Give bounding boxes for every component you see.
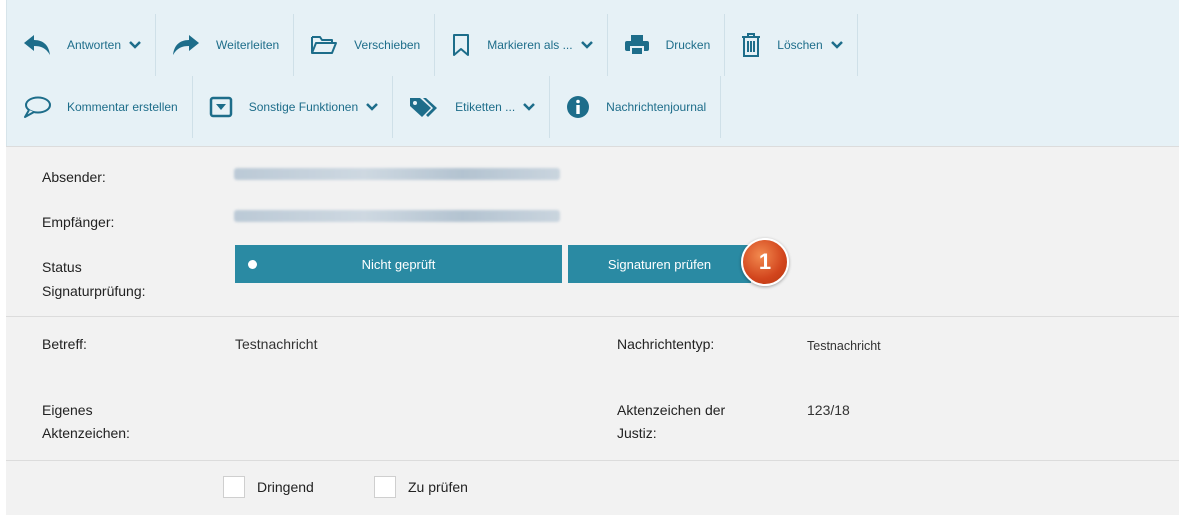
chevron-down-icon <box>129 41 141 49</box>
comment-button[interactable]: Kommentar erstellen <box>7 76 193 138</box>
subject-value: Testnachricht <box>235 336 318 352</box>
message-subject-section <box>6 316 1179 460</box>
forward-icon <box>173 35 200 55</box>
forward-label: Weiterleiten <box>216 38 280 52</box>
reply-icon <box>24 35 50 55</box>
move-button[interactable]: Verschieben <box>294 14 436 76</box>
urgent-label: Dringend <box>257 479 314 495</box>
recipient-label: Empfänger: <box>42 214 115 230</box>
status-dot-icon <box>248 260 257 269</box>
labels-button[interactable]: Etiketten ... <box>393 76 551 138</box>
subject-label: Betreff: <box>42 336 87 352</box>
print-button[interactable]: Drucken <box>608 14 726 76</box>
step-marker-number: 1 <box>758 249 772 274</box>
message-type-value: Testnachricht <box>807 339 881 353</box>
reply-label: Antworten <box>67 38 122 52</box>
recipient-value-redacted <box>234 210 560 222</box>
chevron-down-icon <box>523 103 536 111</box>
comment-label: Kommentar erstellen <box>67 100 178 114</box>
bookmark-icon <box>453 34 470 56</box>
message-type-label: Nachrichtentyp: <box>617 336 715 352</box>
chevron-down-icon <box>580 41 593 49</box>
move-label: Verschieben <box>354 38 421 52</box>
message-journal-button[interactable]: Nachrichtenjournal <box>550 76 722 138</box>
labels-label: Etiketten ... <box>455 100 516 114</box>
status-label-line1: Status <box>42 259 82 275</box>
signature-status-badge: Nicht geprüft <box>235 245 562 283</box>
delete-label: Löschen <box>777 38 823 52</box>
forward-button[interactable]: Weiterleiten <box>156 14 295 76</box>
toolbar-row-1: Antworten Weiterleiten Verschieben Marki… <box>7 14 858 76</box>
status-label-line2: Signaturprüfung: <box>42 283 146 299</box>
other-functions-label: Sonstige Funktionen <box>248 100 359 114</box>
info-icon <box>567 96 590 118</box>
delete-button[interactable]: Löschen <box>725 14 858 76</box>
message-meta-section <box>6 146 1179 316</box>
dropdown-box-icon <box>209 96 232 118</box>
folder-icon <box>311 36 338 54</box>
printer-icon <box>624 35 649 56</box>
to-check-label: Zu prüfen <box>408 479 468 495</box>
message-flags-section <box>6 460 1179 515</box>
toolbar-row-2: Kommentar erstellen Sonstige Funktionen … <box>7 76 722 138</box>
chevron-down-icon <box>366 103 379 111</box>
print-label: Drucken <box>665 38 711 52</box>
signature-status-text: Nicht geprüft <box>361 256 436 272</box>
sender-label: Absender: <box>42 169 106 185</box>
mark-as-button[interactable]: Markieren als ... <box>435 14 608 76</box>
sender-value-redacted <box>234 168 560 180</box>
step-marker: 1 <box>741 238 789 286</box>
other-functions-button[interactable]: Sonstige Funktionen <box>193 76 394 138</box>
message-toolbar: Antworten Weiterleiten Verschieben Marki… <box>6 0 1179 146</box>
own-reference-label-line2: Aktenzeichen: <box>42 425 130 441</box>
chevron-down-icon <box>830 41 843 49</box>
tags-icon <box>410 98 438 117</box>
urgent-checkbox[interactable] <box>223 476 245 498</box>
court-reference-label-line1: Aktenzeichen der <box>617 402 726 418</box>
trash-icon <box>742 33 761 57</box>
court-reference-value: 123/18 <box>807 402 850 418</box>
court-reference-label-line2: Justiz: <box>617 425 657 441</box>
verify-signatures-label: Signaturen prüfen <box>607 256 712 272</box>
message-journal-label: Nachrichtenjournal <box>606 100 707 114</box>
mark-as-label: Markieren als ... <box>487 38 573 52</box>
reply-button[interactable]: Antworten <box>7 14 157 76</box>
verify-signatures-button[interactable]: Signaturen prüfen <box>568 245 751 283</box>
own-reference-label-line1: Eigenes <box>42 402 93 418</box>
comment-icon <box>24 96 51 118</box>
to-check-checkbox[interactable] <box>374 476 396 498</box>
message-view: Antworten Weiterleiten Verschieben Marki… <box>6 0 1179 515</box>
